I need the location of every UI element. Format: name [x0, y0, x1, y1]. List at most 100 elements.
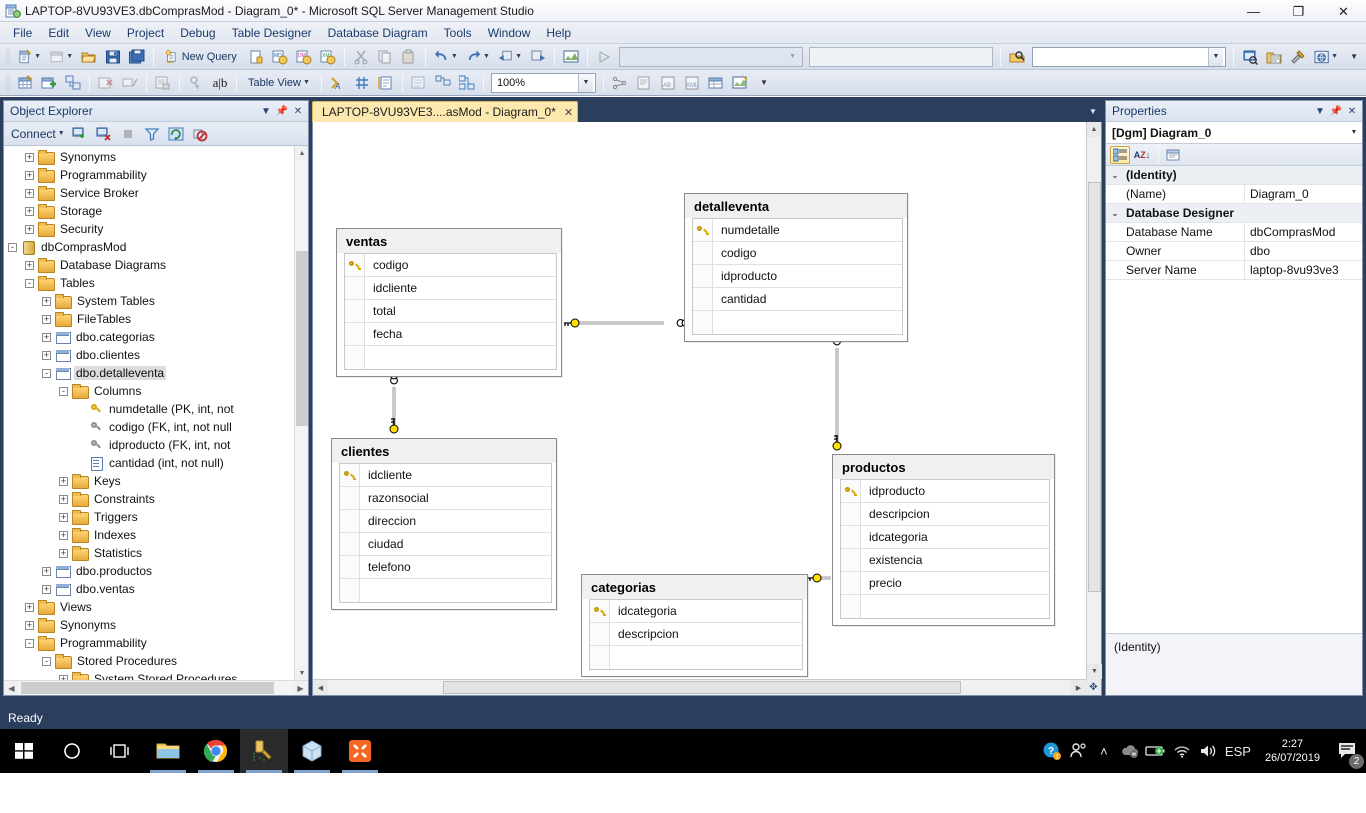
- new-xmla-query-button[interactable]: XM: [317, 46, 339, 68]
- template-explorer-button[interactable]: [1263, 46, 1285, 68]
- new-analysis-services-mdx-query-button[interactable]: MD: [269, 46, 291, 68]
- property-pages-button[interactable]: [1163, 146, 1183, 164]
- tree-expander[interactable]: -: [42, 368, 51, 378]
- diagram-column-row[interactable]: codigo: [693, 242, 902, 265]
- new-table-button[interactable]: [14, 72, 36, 94]
- tree-node[interactable]: + dbo.categorias: [4, 328, 294, 346]
- diagram-empty-row[interactable]: [340, 579, 551, 602]
- virtualbox-button[interactable]: [288, 729, 336, 773]
- arrange-selection-button[interactable]: [408, 72, 430, 94]
- property-value[interactable]: Diagram_0: [1244, 185, 1362, 203]
- diagram-column-row[interactable]: idproducto: [693, 265, 902, 288]
- property-value[interactable]: dbo: [1244, 242, 1362, 260]
- tree-expander[interactable]: +: [42, 350, 51, 360]
- tree-node[interactable]: + Keys: [4, 472, 294, 490]
- diagram-table-productos[interactable]: productos idproducto descripcion idcategori…: [832, 454, 1055, 626]
- connect-dropdown-button[interactable]: Connect ▼: [8, 127, 68, 141]
- tree-expander[interactable]: -: [8, 242, 17, 252]
- tree-node[interactable]: + Synonyms: [4, 616, 294, 634]
- tree-expander[interactable]: +: [42, 584, 51, 594]
- menu-window[interactable]: Window: [480, 24, 539, 42]
- tree-expander[interactable]: +: [59, 494, 68, 504]
- resize-grip-icon[interactable]: ✥: [1086, 679, 1101, 695]
- tree-node[interactable]: + dbo.clientes: [4, 346, 294, 364]
- copy-button[interactable]: [374, 46, 396, 68]
- alphabetical-view-button[interactable]: AZ↓: [1132, 146, 1152, 164]
- tree-expander[interactable]: +: [25, 170, 34, 180]
- canvas-horizontal-scrollbar[interactable]: ◀ ▶: [313, 679, 1086, 695]
- menu-edit[interactable]: Edit: [40, 24, 77, 42]
- tree-expander[interactable]: +: [59, 476, 68, 486]
- scroll-down-arrow-icon[interactable]: ▼: [1087, 664, 1102, 679]
- tree-expander[interactable]: +: [42, 296, 51, 306]
- tree-node[interactable]: - Columns: [4, 382, 294, 400]
- tree-expander[interactable]: +: [42, 314, 51, 324]
- tree-node[interactable]: + Synonyms: [4, 148, 294, 166]
- tree-expander[interactable]: +: [25, 260, 34, 270]
- check-constraints-button[interactable]: [705, 72, 727, 94]
- diagram-column-row[interactable]: precio: [841, 572, 1049, 595]
- new-project-button[interactable]: ▼: [46, 46, 76, 68]
- tree-expander[interactable]: +: [59, 548, 68, 558]
- tree-node[interactable]: + Programmability: [4, 166, 294, 184]
- tree-expander[interactable]: +: [59, 530, 68, 540]
- google-chrome-button[interactable]: [192, 729, 240, 773]
- diagram-column-row[interactable]: idcategoria: [590, 600, 802, 623]
- redo-button[interactable]: ▼: [463, 46, 493, 68]
- property-row[interactable]: Server Name laptop-8vu93ve3: [1106, 261, 1362, 280]
- menu-debug[interactable]: Debug: [172, 24, 223, 42]
- save-all-button[interactable]: [126, 46, 148, 68]
- scroll-left-arrow-icon[interactable]: ◀: [4, 681, 19, 695]
- panel-menu-icon[interactable]: ▼: [1312, 103, 1328, 119]
- tree-node[interactable]: + Statistics: [4, 544, 294, 562]
- tree-node[interactable]: - Tables: [4, 274, 294, 292]
- show-diagram-pane-button[interactable]: [560, 46, 582, 68]
- tree-expander[interactable]: -: [25, 638, 34, 648]
- execute-button[interactable]: [593, 46, 615, 68]
- recalculate-page-breaks-button[interactable]: [351, 72, 373, 94]
- language-indicator[interactable]: ESP: [1221, 729, 1255, 773]
- tree-expander[interactable]: +: [42, 566, 51, 576]
- tab-list-dropdown-icon[interactable]: ▼: [1084, 101, 1102, 122]
- diagram-column-row[interactable]: idcategoria: [841, 526, 1049, 549]
- diagram-column-row[interactable]: ciudad: [340, 533, 551, 556]
- diagram-column-row[interactable]: codigo: [345, 254, 556, 277]
- toolbar-overflow-button[interactable]: ▼: [753, 72, 775, 94]
- tree-node[interactable]: - dbComprasMod: [4, 238, 294, 256]
- tree-expander[interactable]: +: [25, 224, 34, 234]
- tree-node[interactable]: idproducto (FK, int, not: [4, 436, 294, 454]
- people-icon[interactable]: [1065, 729, 1091, 773]
- property-category-row[interactable]: ⌄ Database Designer: [1106, 204, 1362, 223]
- diagram-empty-row[interactable]: [590, 646, 802, 669]
- menu-view[interactable]: View: [77, 24, 119, 42]
- chevron-down-icon[interactable]: ▼: [577, 73, 593, 92]
- options-button[interactable]: [1287, 46, 1309, 68]
- property-row[interactable]: (Name) Diagram_0: [1106, 185, 1362, 204]
- diagram-column-row[interactable]: fecha: [345, 323, 556, 346]
- stop-refresh-icon[interactable]: [189, 123, 211, 145]
- diagram-column-row[interactable]: idcliente: [345, 277, 556, 300]
- indexes-keys-button[interactable]: [633, 72, 655, 94]
- tree-node[interactable]: + Constraints: [4, 490, 294, 508]
- tree-node[interactable]: + Views: [4, 598, 294, 616]
- tree-expander[interactable]: +: [25, 188, 34, 198]
- scroll-thumb[interactable]: [296, 251, 308, 426]
- cut-button[interactable]: [350, 46, 372, 68]
- delete-table-from-database-button[interactable]: [95, 72, 117, 94]
- xampp-button[interactable]: [336, 729, 384, 773]
- categorized-view-button[interactable]: [1110, 145, 1130, 164]
- pin-icon[interactable]: 📌: [1328, 103, 1344, 119]
- arrange-tables-button[interactable]: [432, 72, 454, 94]
- tree-node[interactable]: - dbo.detalleventa: [4, 364, 294, 382]
- start-button[interactable]: [0, 729, 48, 773]
- diagram-column-row[interactable]: descripcion: [841, 503, 1049, 526]
- ssms-taskbar-button[interactable]: [240, 729, 288, 773]
- diagram-table-ventas[interactable]: ventas codigo idcliente total fecha: [336, 228, 562, 377]
- battery-icon[interactable]: [1143, 729, 1169, 773]
- diagram-table-categorias[interactable]: categorias idcategoria descripcion: [581, 574, 808, 677]
- tree-expander[interactable]: -: [25, 278, 34, 288]
- stop-button[interactable]: [117, 123, 139, 145]
- action-center-button[interactable]: 2: [1330, 729, 1366, 773]
- property-value[interactable]: dbComprasMod: [1244, 223, 1362, 241]
- pin-icon[interactable]: 📌: [274, 103, 290, 119]
